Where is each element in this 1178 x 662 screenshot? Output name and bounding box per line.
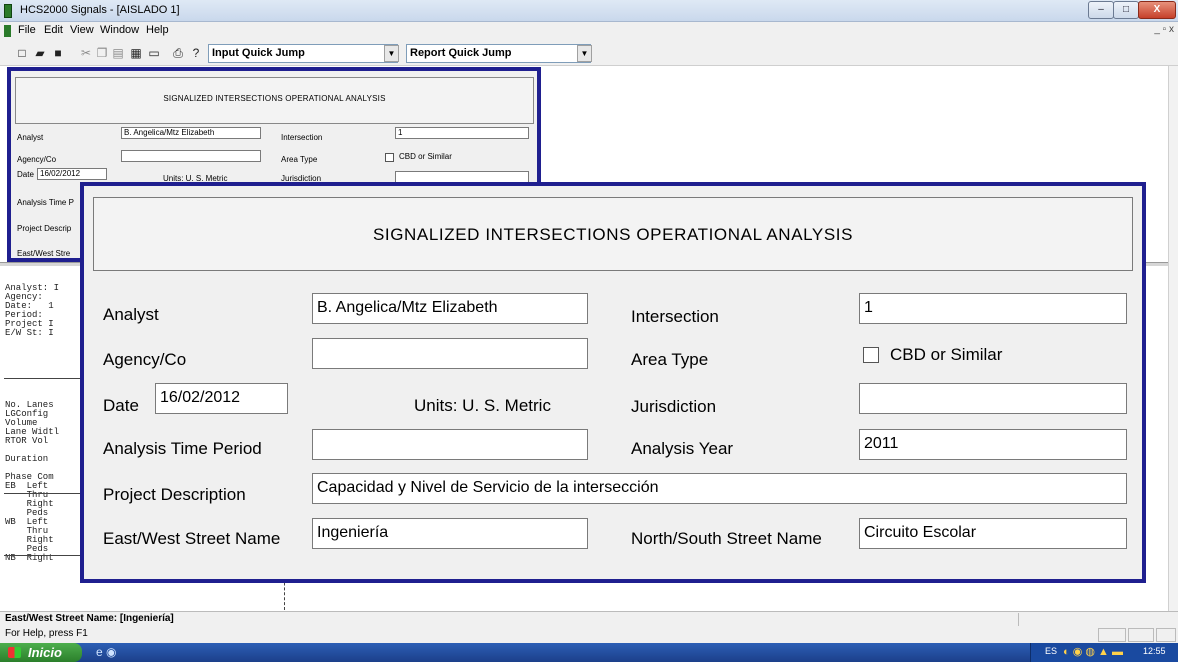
east-west-street-label: East/West Street Name — [103, 529, 281, 548]
status-separator — [1018, 613, 1019, 626]
analyst-label: Analyst — [103, 305, 159, 324]
input-dialog: SIGNALIZED INTERSECTIONS OPERATIONAL ANA… — [80, 182, 1146, 583]
language-indicator[interactable]: ES — [1045, 646, 1057, 656]
report-quick-jump-select[interactable]: Report Quick Jump — [406, 44, 591, 63]
area-type-label: Area Type — [631, 350, 709, 369]
paste-icon[interactable]: ▤ — [110, 45, 126, 61]
start-button[interactable]: Inicio — [0, 643, 82, 662]
analysis-time-label: Analysis Time Period — [103, 439, 262, 458]
document-icon[interactable] — [4, 25, 11, 37]
window-icon[interactable]: ▭ — [146, 45, 162, 61]
new-icon[interactable]: □ — [14, 45, 30, 61]
start-label: Inicio — [28, 645, 62, 660]
units-label: Units: U. S. Metric — [414, 396, 551, 415]
open-icon[interactable]: ▰ — [32, 45, 48, 61]
date-label: Date — [17, 170, 34, 179]
maximize-button[interactable]: □ — [1113, 1, 1139, 19]
chevron-down-icon[interactable]: ▼ — [384, 45, 399, 62]
save-icon[interactable]: ■ — [50, 45, 66, 61]
mdi-window-controls[interactable]: _ ▫ x — [1154, 24, 1174, 35]
analyst-field[interactable]: B. Angelica/Mtz Elizabeth — [312, 293, 588, 324]
taskbar: Inicio e ◉ ES ◐ ◉ ◍ ▲ ▬ 12:55 — [0, 643, 1178, 662]
intersection-field[interactable]: 1 — [395, 127, 529, 139]
vertical-scrollbar[interactable] — [1168, 66, 1178, 611]
area-type-label: Area Type — [281, 155, 318, 164]
agency-label: Agency/Co — [103, 350, 187, 369]
jurisdiction-label: Jurisdiction — [631, 397, 717, 416]
input-quick-jump-select[interactable]: Input Quick Jump — [208, 44, 398, 63]
clock[interactable]: 12:55 — [1143, 646, 1166, 656]
north-south-street-label: North/South Street Name — [631, 529, 822, 548]
analyst-field[interactable]: B. Angelica/Mtz Elizabeth — [121, 127, 261, 139]
status-cell — [1128, 628, 1154, 642]
print-icon[interactable]: ⎙ — [170, 45, 186, 61]
intersection-label: Intersection — [631, 307, 719, 326]
dialog-header: SIGNALIZED INTERSECTIONS OPERATIONAL ANA… — [15, 77, 534, 124]
system-tray: ES ◐ ◉ ◍ ▲ ▬ 12:55 — [1030, 643, 1178, 662]
menu-bar: File Edit View Window Help _ ▫ x — [0, 22, 1178, 40]
date-field[interactable]: 16/02/2012 — [155, 383, 288, 414]
analysis-year-label: Analysis Year — [631, 439, 734, 458]
field-status-bar: East/West Street Name: [Ingeniería] — [0, 611, 1178, 626]
project-description-label: Project Description — [103, 485, 246, 504]
analysis-time-field[interactable] — [312, 429, 588, 460]
cbd-label: CBD or Similar — [890, 345, 1003, 364]
title-bar: HCS2000 Signals - [AISLADO 1] – □ X — [0, 0, 1178, 22]
analyst-label: Analyst — [17, 133, 44, 142]
tray-icons[interactable]: ◐ ◉ ◍ ▲ ▬ — [1063, 645, 1123, 658]
help-hint-text: For Help, press F1 — [5, 628, 88, 639]
analysis-time-label: Analysis Time P — [17, 198, 74, 207]
app-icon — [4, 4, 12, 18]
cbd-checkbox[interactable] — [385, 153, 394, 162]
copy-icon[interactable]: ❐ — [94, 45, 110, 61]
project-description-field[interactable]: Capacidad y Nivel de Servicio de la inte… — [312, 473, 1127, 504]
report-divider — [4, 555, 84, 556]
toolbar: □ ▰ ■ ✂ ❐ ▤ ▦ ▭ ⎙ ? Input Quick Jump ▼ R… — [0, 40, 1178, 66]
status-cell — [1098, 628, 1126, 642]
window-title: HCS2000 Signals - [AISLADO 1] — [20, 4, 180, 16]
cbd-checkbox[interactable] — [863, 347, 879, 363]
menu-edit[interactable]: Edit — [44, 24, 63, 36]
date-label: Date — [103, 396, 139, 415]
calculator-icon[interactable]: ▦ — [128, 45, 144, 61]
minimize-button[interactable]: – — [1088, 1, 1114, 19]
project-label: Project Descrip — [17, 224, 72, 233]
north-south-street-field[interactable]: Circuito Escolar — [859, 518, 1127, 549]
close-button[interactable]: X — [1138, 1, 1176, 19]
browser-icon[interactable]: e ◉ — [96, 645, 116, 659]
date-field[interactable]: 16/02/2012 — [37, 168, 107, 180]
east-west-street-field[interactable]: Ingeniería — [312, 518, 588, 549]
cbd-label: CBD or Similar — [399, 152, 452, 161]
dialog-title: SIGNALIZED INTERSECTIONS OPERATIONAL ANA… — [372, 225, 854, 244]
status-bar: For Help, press F1 — [0, 626, 1178, 643]
agency-field[interactable] — [121, 150, 261, 162]
jurisdiction-field[interactable] — [859, 383, 1127, 414]
status-cell — [1156, 628, 1176, 642]
intersection-field[interactable]: 1 — [859, 293, 1127, 324]
agency-field[interactable] — [312, 338, 588, 369]
dialog-title: SIGNALIZED INTERSECTIONS OPERATIONAL ANA… — [163, 94, 386, 103]
help-icon[interactable]: ? — [188, 45, 204, 61]
menu-view[interactable]: View — [70, 24, 94, 36]
cut-icon[interactable]: ✂ — [78, 45, 94, 61]
report-divider — [4, 378, 84, 379]
report-divider — [4, 493, 84, 494]
chevron-down-icon[interactable]: ▼ — [577, 45, 592, 62]
menu-help[interactable]: Help — [146, 24, 169, 36]
analysis-year-field[interactable]: 2011 — [859, 429, 1127, 460]
dialog-header: SIGNALIZED INTERSECTIONS OPERATIONAL ANA… — [93, 197, 1133, 271]
agency-label: Agency/Co — [17, 155, 57, 164]
intersection-label: Intersection — [281, 133, 323, 142]
menu-window[interactable]: Window — [100, 24, 139, 36]
east-west-label: East/West Stre — [17, 249, 71, 258]
field-status-text: East/West Street Name: [Ingeniería] — [5, 613, 174, 624]
windows-logo-icon — [8, 647, 21, 658]
menu-file[interactable]: File — [18, 24, 36, 36]
